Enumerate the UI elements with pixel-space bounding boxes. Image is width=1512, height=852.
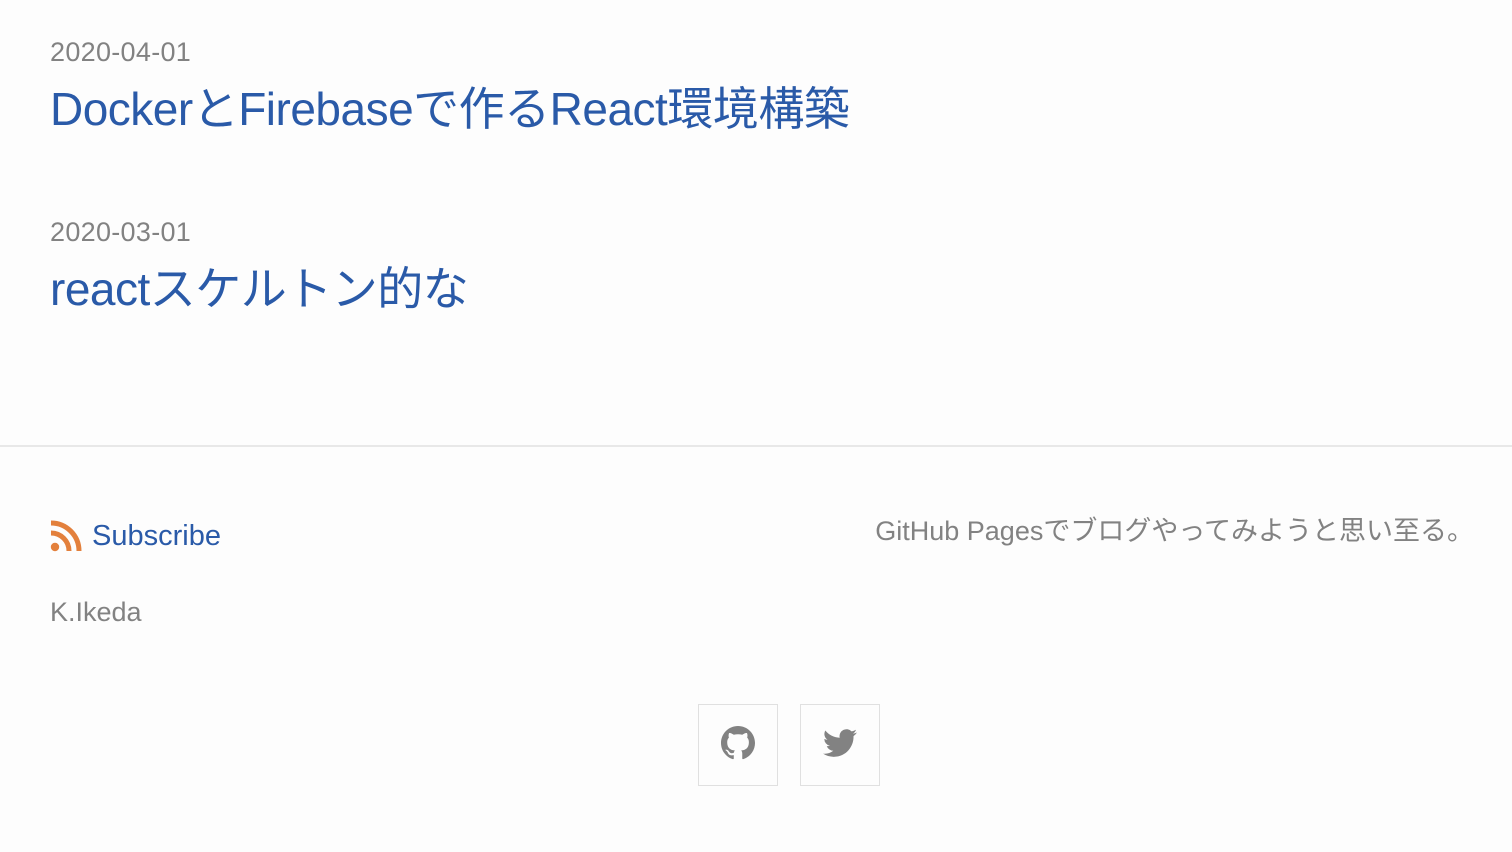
- github-link[interactable]: [698, 704, 778, 786]
- rss-icon: [50, 520, 82, 552]
- site-description: GitHub Pagesでブログやってみようと思い至る。: [875, 516, 1474, 546]
- post-date: 2020-04-01: [50, 37, 192, 67]
- post-list-item: 2020-03-01 reactスケルトン的な: [50, 217, 469, 317]
- twitter-icon: [823, 726, 857, 765]
- page: 2020-04-01 DockerとFirebaseで作るReact環境構築 2…: [0, 0, 1512, 852]
- subscribe-link[interactable]: Subscribe: [50, 518, 221, 554]
- twitter-link[interactable]: [800, 704, 880, 786]
- post-title-link[interactable]: DockerとFirebaseで作るReact環境構築: [50, 81, 850, 137]
- author-name: K.Ikeda: [50, 597, 142, 627]
- post-list-item: 2020-04-01 DockerとFirebaseで作るReact環境構築: [50, 37, 850, 137]
- subscribe-label: Subscribe: [92, 520, 221, 552]
- post-date: 2020-03-01: [50, 217, 192, 247]
- footer-divider: [0, 445, 1512, 447]
- github-icon: [721, 725, 755, 765]
- post-title-link[interactable]: reactスケルトン的な: [50, 261, 469, 317]
